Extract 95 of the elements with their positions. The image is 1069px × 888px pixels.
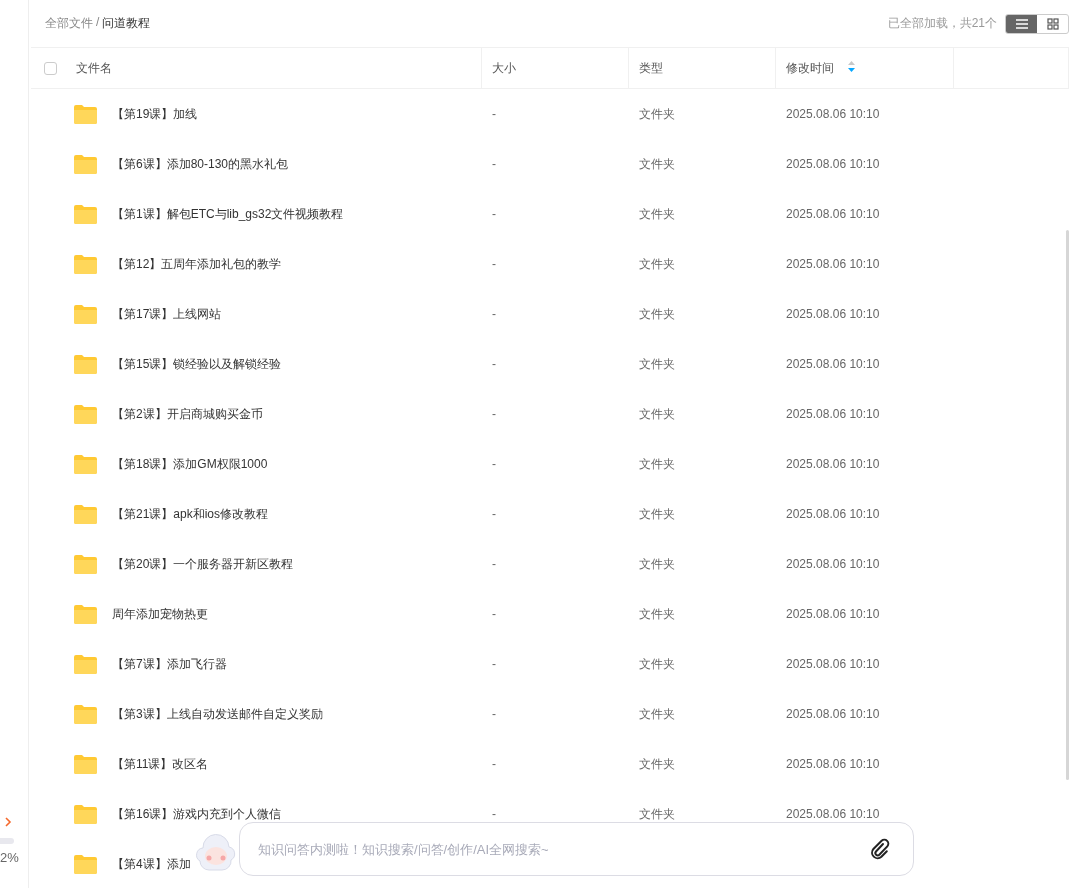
modified-time: 2025.08.06 10:10 [785,357,881,371]
type-cell-text: 文件夹 [638,205,676,223]
modified-time: 2025.08.06 10:10 [785,257,881,271]
folder-icon [73,153,98,175]
column-header[interactable]: 类型 [639,59,663,77]
type-cell-text: 文件夹 [638,355,676,373]
size-cell-text: - [491,457,497,471]
type-cell-text: 文件夹 [638,805,676,823]
folder-name[interactable]: 【第21课】apk和ios修改教程 [112,505,269,523]
column-header[interactable]: 修改时间 [786,59,834,77]
folder-icon [73,503,98,525]
attachment-icon[interactable] [870,838,890,860]
type-cell-text: 文件夹 [638,505,676,523]
folder-name[interactable]: 周年添加宠物热更 [112,605,208,623]
size-cell-text: - [491,557,497,571]
chevron-icon[interactable] [4,816,12,828]
folder-icon [73,753,98,775]
scrollbar[interactable] [1066,230,1069,780]
modified-time: 2025.08.06 10:10 [785,157,881,171]
type-cell-text: 文件夹 [638,605,676,623]
type-cell-text: 文件夹 [638,155,676,173]
breadcrumb-separator: / [96,15,100,31]
folder-name[interactable]: 【第2课】开启商城购买金币 [112,405,263,423]
size-cell-text: - [491,207,497,221]
list-icon [1014,18,1029,29]
current-folder: 问道教程 [102,15,151,32]
folder-name[interactable]: 【第11课】改区名 [112,755,209,773]
folder-icon [73,703,98,725]
modified-time: 2025.08.06 10:10 [785,707,881,721]
modified-time: 2025.08.06 10:10 [785,407,881,421]
select-all-checkbox[interactable] [44,61,57,75]
size-cell-text: - [491,407,497,421]
size-cell-text: - [491,357,497,371]
modified-time: 2025.08.06 10:10 [785,607,881,621]
type-cell-text: 文件夹 [638,405,676,423]
size-cell-text: - [491,157,497,171]
size-cell-text: - [491,707,497,721]
type-cell-text: 文件夹 [638,655,676,673]
folder-name[interactable]: 【第19课】加线 [112,105,198,123]
type-cell-text: 文件夹 [638,305,676,323]
modified-time: 2025.08.06 10:10 [785,307,881,321]
modified-time: 2025.08.06 10:10 [785,107,881,121]
folder-name[interactable]: 【第3课】上线自动发送邮件自定义奖励 [112,705,323,723]
load-status: 已全部加载，共21个 [887,15,997,32]
folder-icon [73,203,98,225]
modified-time: 2025.08.06 10:10 [785,557,881,571]
folder-name[interactable]: 【第1课】解包ETC与lib_gs32文件视频教程 [112,205,344,223]
folder-name[interactable]: 【第7课】添加飞行器 [112,655,227,673]
modified-time: 2025.08.06 10:10 [785,207,881,221]
folder-icon [73,603,98,625]
size-cell-text: - [491,107,497,121]
breadcrumb-link[interactable]: 全部文件 [45,15,93,32]
type-cell-text: 文件夹 [638,455,676,473]
ask-input-field[interactable]: 知识问答内测啦！知识搜索/问答/创作/AI全网搜索~ [239,822,914,876]
size-cell-text: - [491,657,497,671]
list-view-button[interactable] [1006,14,1037,33]
folder-name[interactable]: 【第12】五周年添加礼包的教学 [112,255,282,273]
folder-icon [73,853,98,875]
folder-icon [73,803,98,825]
modified-time: 2025.08.06 10:10 [785,507,881,521]
folder-name[interactable]: 【第15课】锁经验以及解锁经验 [112,355,282,373]
folder-icon [73,103,98,125]
type-cell-text: 文件夹 [638,705,676,723]
grid-icon [1046,17,1059,30]
folder-name[interactable]: 【第20课】一个服务器开新区教程 [112,555,294,573]
modified-time: 2025.08.06 10:10 [785,807,881,821]
type-cell-text: 文件夹 [638,255,676,273]
type-cell-text: 文件夹 [638,105,676,123]
sort-icon[interactable] [848,61,855,72]
folder-name[interactable]: 【第16课】游戏内充到个人微信 [112,805,282,823]
folder-icon [73,253,98,275]
folder-icon [73,453,98,475]
size-cell-text: - [491,607,497,621]
folder-icon [73,353,98,375]
size-cell-text: - [491,507,497,521]
folder-icon [73,403,98,425]
folder-name[interactable]: 【第17课】上线网站 [112,305,222,323]
folder-icon [73,553,98,575]
folder-icon [73,303,98,325]
modified-time: 2025.08.06 10:10 [785,757,881,771]
size-cell-text: - [491,307,497,321]
type-cell-text: 文件夹 [638,555,676,573]
folder-name[interactable]: 【第6课】添加80-130的黑水礼包 [112,155,289,173]
modified-time: 2025.08.06 10:10 [785,657,881,671]
column-header[interactable]: 大小 [492,59,516,77]
column-header[interactable]: 文件名 [76,59,112,77]
type-cell-text: 文件夹 [638,755,676,773]
size-cell-text: - [491,807,497,821]
folder-name[interactable]: 【第4课】添加 [112,855,191,873]
size-cell-text: - [491,257,497,271]
modified-time: 2025.08.06 10:10 [785,457,881,471]
folder-icon [73,653,98,675]
folder-name[interactable]: 【第18课】添加GM权限1000 [112,455,268,473]
usage-percent: 2% [0,850,19,865]
size-cell-text: - [491,757,497,771]
